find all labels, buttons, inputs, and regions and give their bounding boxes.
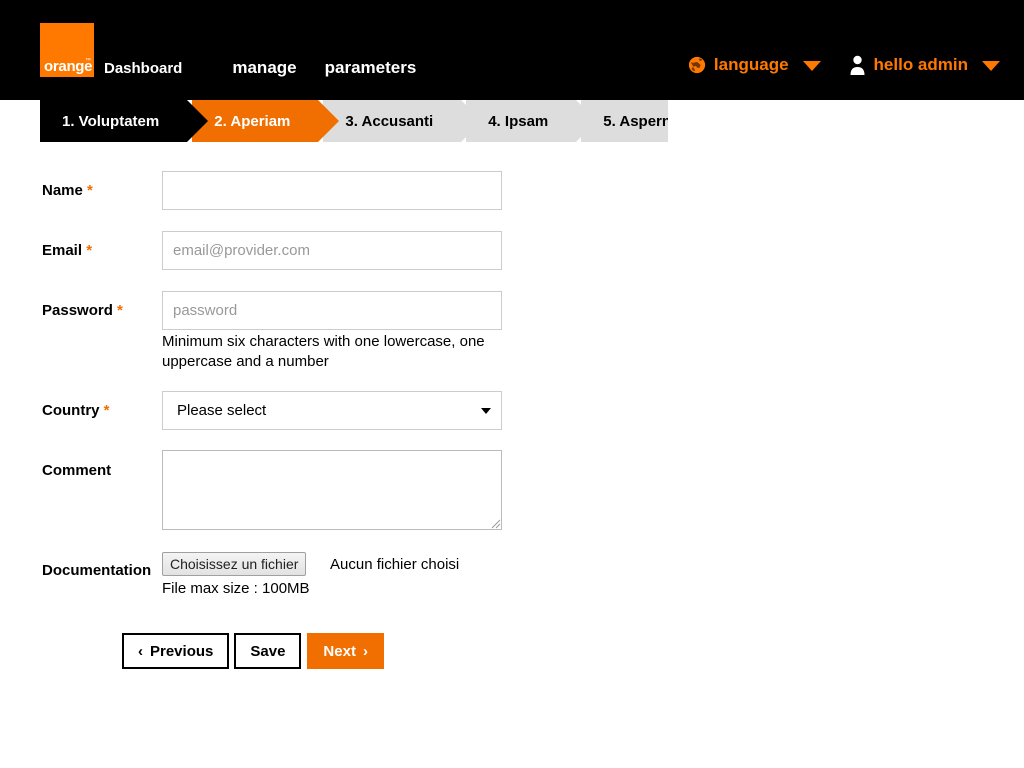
chevron-down-icon[interactable] [802,61,821,71]
next-button[interactable]: Next › [307,633,384,669]
country-select[interactable]: Please select [162,391,502,430]
globe-icon [688,56,706,74]
main-nav: Dashboard manage parameters [104,58,416,78]
step-item-3[interactable]: 3. Accusanti [323,100,483,142]
documentation-label: Documentation [42,562,152,579]
nav-item-dashboard[interactable]: Dashboard [104,60,182,77]
previous-button[interactable]: ‹ Previous [122,633,230,669]
chevron-down-icon [481,408,491,414]
chevron-left-icon: ‹ [138,642,143,660]
step-label: 3. Accusanti [345,112,434,130]
name-label: Name * [42,182,93,199]
name-input[interactable] [162,171,502,210]
country-selected-value: Please select [177,402,267,419]
comment-textarea[interactable] [162,450,502,530]
required-marker: * [103,402,110,419]
country-label: Country * [42,402,110,419]
step-item-2[interactable]: 2. Aperiam [192,100,340,142]
language-label: language [713,55,789,74]
logo-trademark-icon: ™ [85,58,91,64]
top-header: orange ™ Dashboard manage parameters lan… [0,0,1024,100]
comment-label: Comment [42,462,112,479]
orange-logo[interactable]: orange ™ [40,23,94,77]
file-status-text: Aucun fichier choisi [330,556,460,573]
step-label: 5. Aspernatu [603,112,668,130]
chevron-right-icon: › [362,642,368,660]
chevron-down-icon[interactable] [982,61,1000,71]
page-root: orange ™ Dashboard manage parameters lan… [0,0,1024,768]
email-label: Email * [42,242,93,259]
step-label: 4. Ipsam [488,112,549,130]
nav-item-manage[interactable]: manage [232,58,296,78]
step-label: 2. Aperiam [214,112,291,130]
step-item-1[interactable]: 1. Voluptatem [40,100,209,142]
choose-file-button[interactable]: Choisissez un fichier [162,552,307,576]
password-hint: Minimum six characters with one lowercas… [162,333,485,370]
save-button[interactable]: Save [234,633,302,669]
required-marker: * [87,182,93,199]
wizard-step-bar: 1. Voluptatem 2. Aperiam 3. Accusanti 4.… [40,100,668,142]
next-button-label: Next [323,642,356,660]
language-selector[interactable]: language [688,55,821,75]
step-label: 1. Voluptatem [62,112,160,130]
password-input[interactable] [162,291,502,330]
required-marker: * [117,302,123,319]
previous-button-label: Previous [150,642,214,660]
account-label: hello admin [873,55,968,74]
file-size-hint: File max size : 100MB [162,580,310,597]
step-item-4[interactable]: 4. Ipsam [466,100,598,142]
user-icon [849,55,866,75]
password-label: Password * [42,302,123,319]
nav-item-parameters[interactable]: parameters [325,58,417,78]
required-marker: * [86,242,93,259]
form-actions: ‹ Previous Save Next › [122,633,384,669]
header-right-cluster: language hello admin [660,55,1000,75]
account-menu[interactable]: hello admin [849,55,1000,75]
email-input[interactable] [162,231,502,270]
